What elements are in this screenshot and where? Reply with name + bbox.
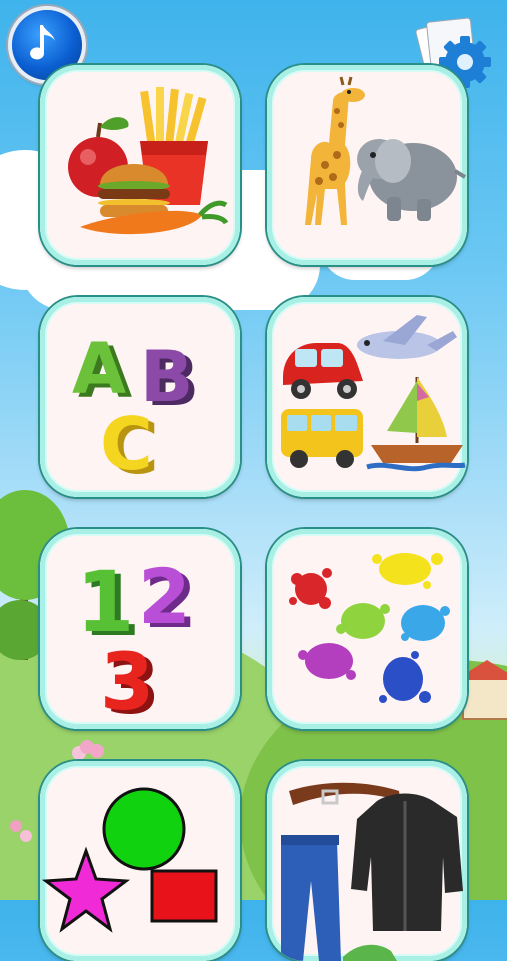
category-tile-vehicles[interactable]: [267, 297, 467, 497]
category-tile-animals[interactable]: [267, 65, 467, 265]
vehicles-icon: [281, 315, 466, 472]
jeans: [281, 841, 341, 961]
yellow-splash: [372, 553, 443, 589]
letters-icon: A A B B C C: [72, 328, 199, 490]
category-tile-shapes[interactable]: [40, 761, 240, 961]
square-shape: [150, 869, 218, 923]
numbers-icon: 1 1 2 2 3 3: [76, 552, 197, 729]
number-one-face: 1: [76, 553, 134, 651]
category-tile-letters[interactable]: A A B B C C: [40, 297, 240, 497]
jacket: [351, 793, 463, 931]
paint-splash-icon: [289, 553, 450, 703]
category-tile-numbers[interactable]: 1 1 2 2 3 3: [40, 529, 240, 729]
flower: [10, 820, 22, 832]
shapes-icon: [41, 787, 218, 933]
number-three-face: 3: [100, 638, 154, 728]
letter-a-face: A: [72, 328, 126, 410]
clothes-icon: [281, 782, 463, 961]
house: [462, 676, 507, 720]
star-shape: [41, 846, 131, 933]
letter-c-face: C: [100, 402, 153, 486]
animals-icon: [305, 76, 467, 225]
shoe: [343, 944, 397, 961]
number-two-face: 2: [138, 552, 191, 641]
green-splash: [336, 603, 390, 639]
circle-shape: [102, 787, 186, 871]
category-tile-clothes[interactable]: [267, 761, 467, 961]
food-icon: [68, 87, 229, 235]
purple-splash: [298, 643, 356, 680]
music-note-icon: [30, 25, 55, 60]
red-splash: [289, 568, 332, 609]
navy-splash: [379, 651, 431, 703]
blue-splash: [401, 605, 450, 641]
category-tile-food[interactable]: [40, 65, 240, 265]
category-tile-colors[interactable]: [267, 529, 467, 729]
flower: [80, 740, 94, 754]
